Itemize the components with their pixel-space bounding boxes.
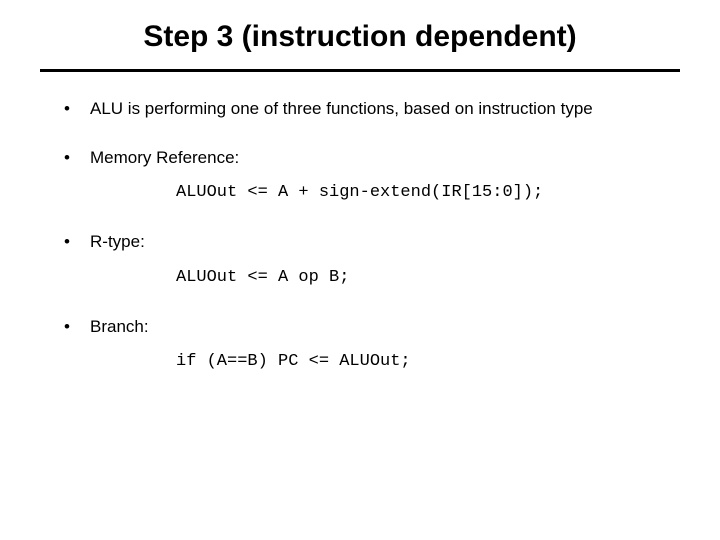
code-line: if (A==B) PC <= ALUOut; [176,351,670,372]
bullet-text: Branch: [90,317,149,336]
bullet-text: R-type: [90,232,145,251]
bullet-text: Memory Reference: [90,148,239,167]
code-line: ALUOut <= A + sign-extend(IR[15:0]); [176,182,670,203]
bullet-list: ALU is performing one of three functions… [40,98,680,373]
bullet-text: ALU is performing one of three functions… [90,99,593,118]
bullet-item: R-type: ALUOut <= A op B; [64,231,670,288]
bullet-item: Memory Reference: ALUOut <= A + sign-ext… [64,147,670,204]
slide: Step 3 (instruction dependent) ALU is pe… [0,0,720,540]
bullet-item: ALU is performing one of three functions… [64,98,670,119]
bullet-item: Branch: if (A==B) PC <= ALUOut; [64,316,670,373]
title-rule [40,69,680,72]
code-line: ALUOut <= A op B; [176,267,670,288]
slide-title: Step 3 (instruction dependent) [100,20,620,55]
